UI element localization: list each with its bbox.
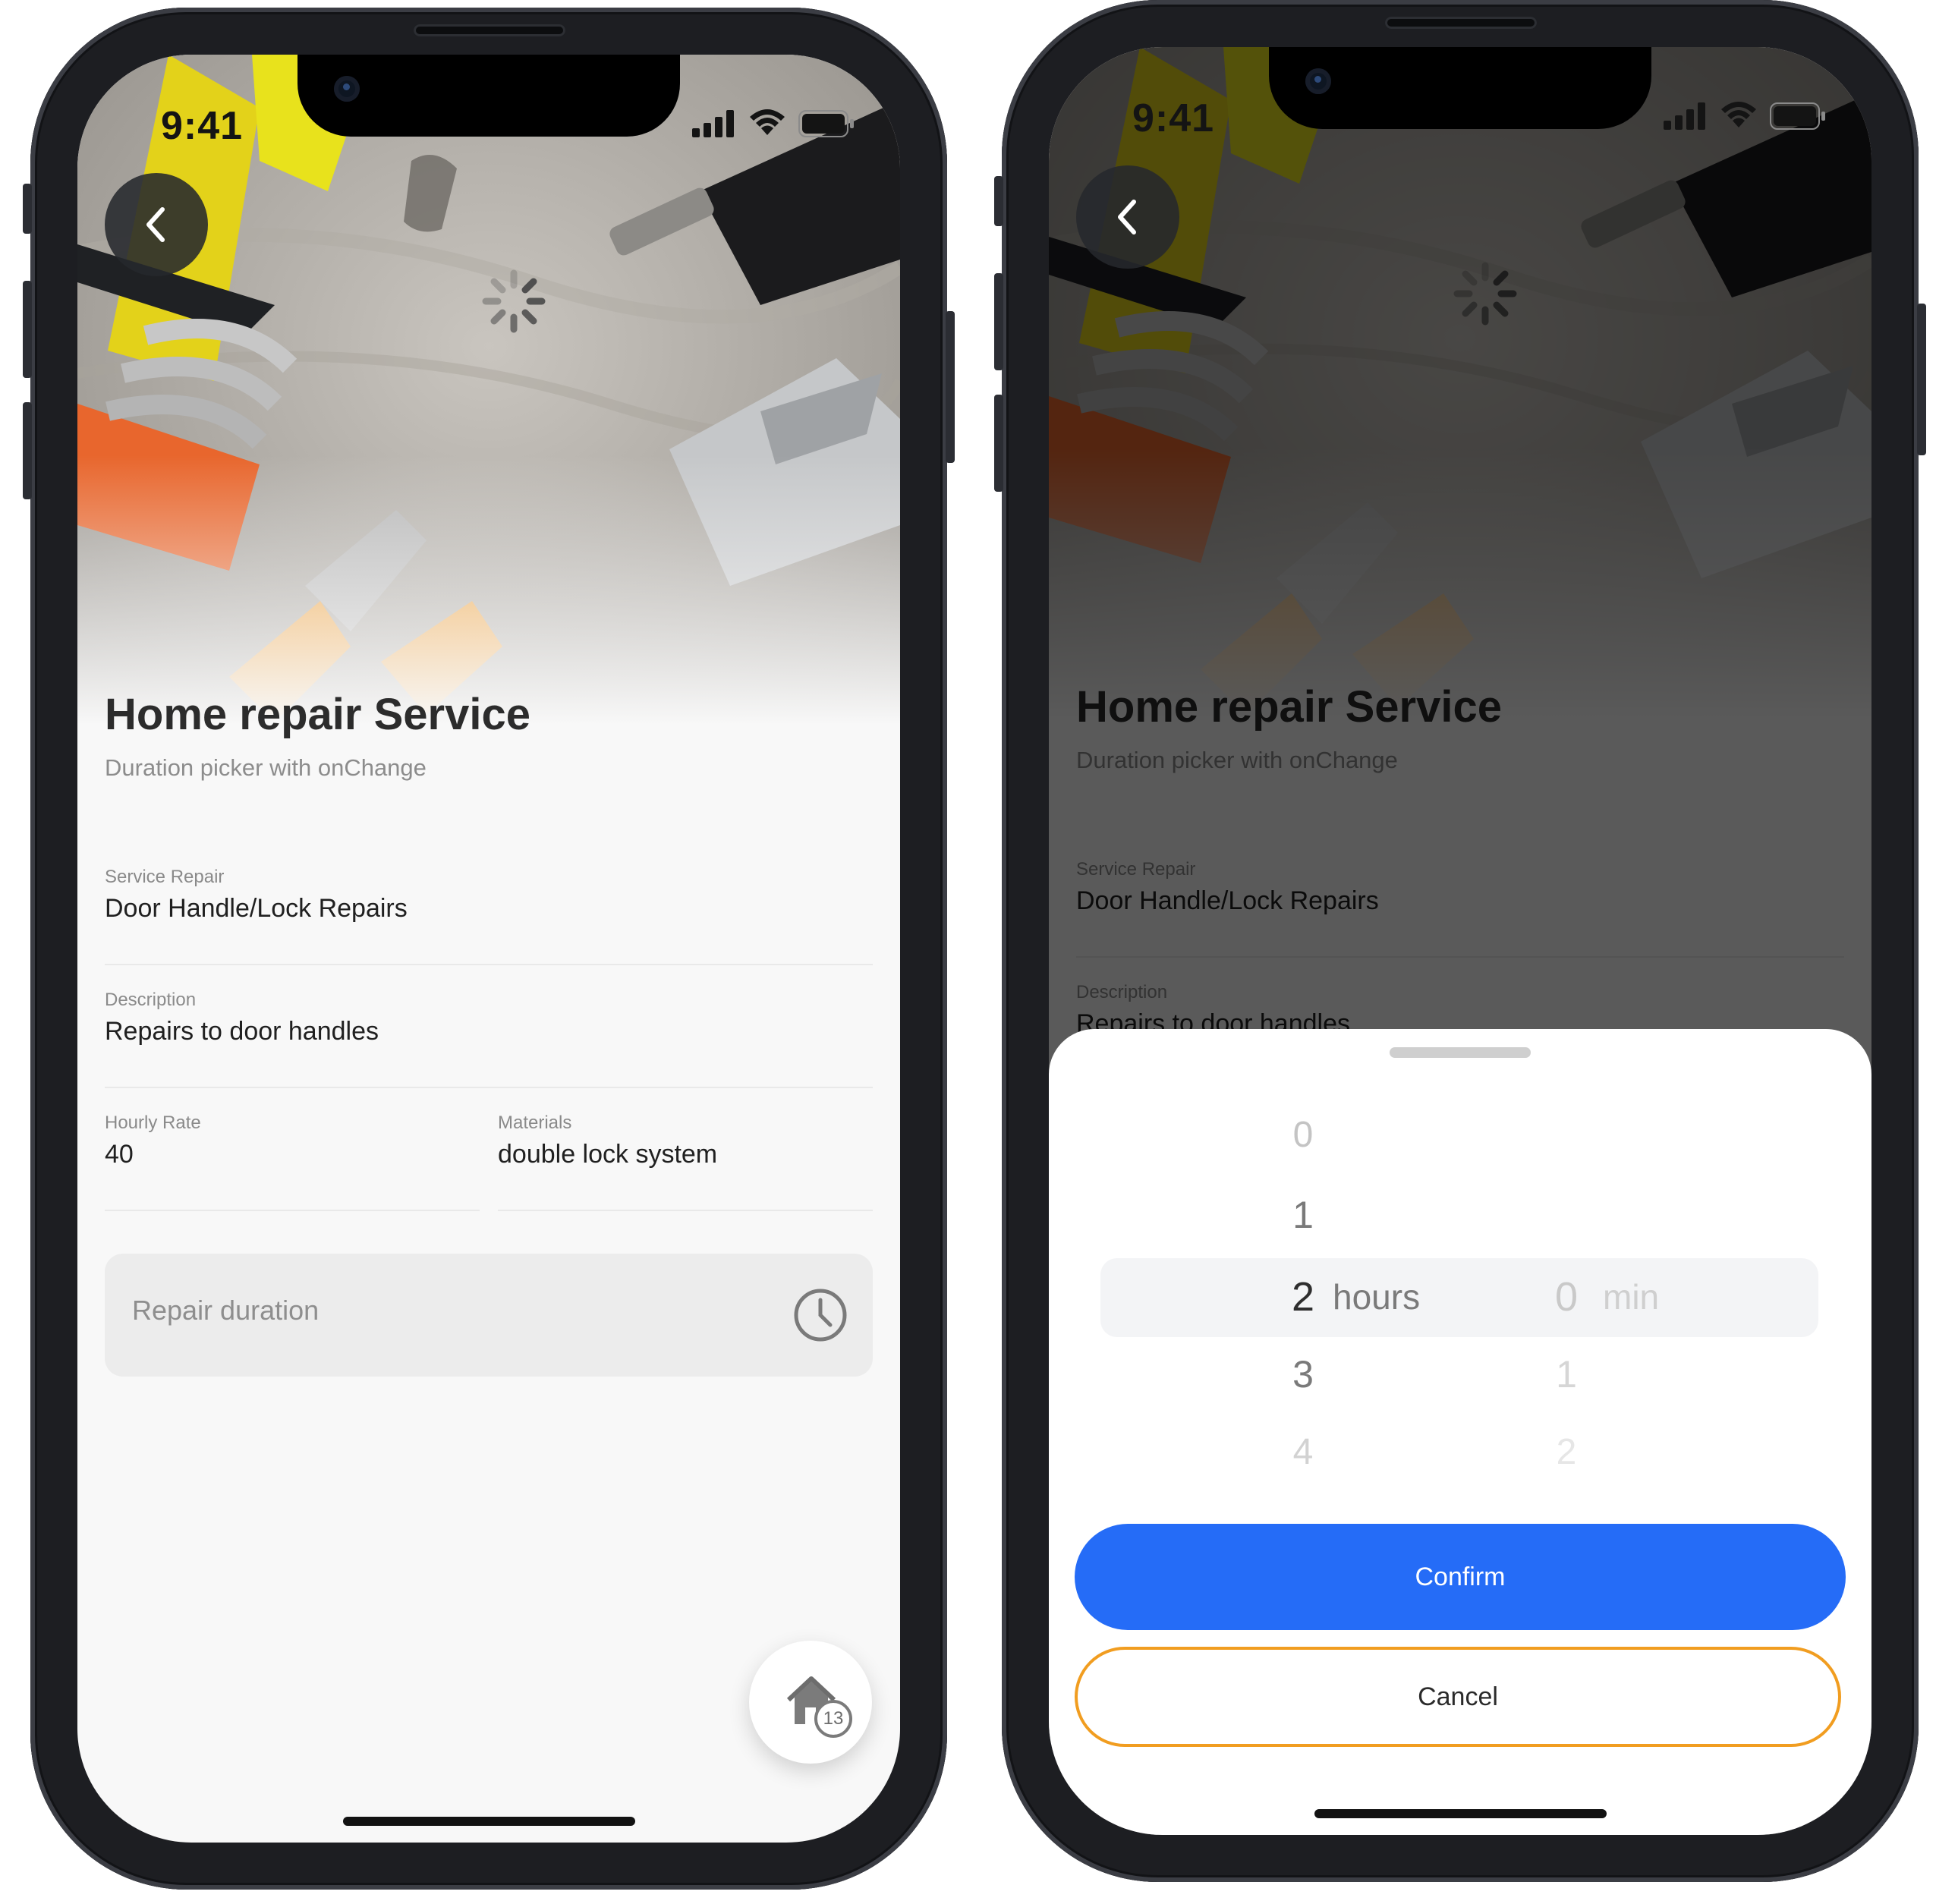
back-button[interactable]	[1076, 165, 1179, 269]
status-time: 9:41	[1132, 96, 1215, 140]
materials-field: Materials double lock system	[498, 1113, 873, 1211]
mute-switch	[23, 184, 32, 234]
chevron-left-icon	[1118, 200, 1136, 234]
description-label: Description	[105, 990, 197, 1010]
page-subtitle: Duration picker with onChange	[105, 754, 427, 781]
home-fab-button[interactable]: 13	[749, 1641, 872, 1764]
wifi-icon	[1721, 102, 1756, 127]
notch	[297, 55, 680, 137]
earpiece-speaker	[414, 24, 565, 36]
description-field: Description Repairs to door handles	[105, 990, 873, 1088]
status-time: 9:41	[161, 104, 244, 148]
picker-hour-selected[interactable]: 2	[1265, 1273, 1341, 1320]
battery-icon	[1770, 102, 1825, 130]
phone-frame-right: 9:41 0 1 2 3 4 hours 0 1 2 min Confirm C…	[994, 0, 1926, 1882]
service-repair-field: Service Repair Door Handle/Lock Repairs	[105, 867, 873, 965]
home-indicator	[1314, 1809, 1607, 1818]
notification-badge: 13	[814, 1700, 852, 1738]
screen-detail: 9:41 Home repair Service Duration picker…	[77, 55, 900, 1843]
service-repair-value: Door Handle/Lock Repairs	[105, 894, 408, 923]
picker-minute-option[interactable]: 1	[1528, 1352, 1604, 1396]
phone-frame-left: 9:41 Home repair Service Duration picker…	[23, 8, 955, 1890]
clock-icon[interactable]	[792, 1287, 848, 1343]
mute-switch	[994, 176, 1003, 226]
earpiece-speaker	[1385, 17, 1537, 29]
repair-duration-placeholder: Repair duration	[132, 1295, 320, 1326]
hourly-rate-label: Hourly Rate	[105, 1113, 201, 1133]
chevron-left-icon	[146, 207, 165, 242]
signal-icon	[1664, 102, 1705, 130]
description-value: Repairs to door handles	[105, 1017, 379, 1046]
front-camera	[1305, 68, 1331, 94]
home-indicator	[343, 1817, 635, 1826]
materials-label: Materials	[498, 1113, 572, 1133]
wifi-icon	[750, 109, 785, 135]
materials-value: double lock system	[498, 1140, 718, 1169]
hourly-rate-field: Hourly Rate 40	[105, 1113, 480, 1211]
volume-down-button	[994, 395, 1003, 492]
picker-hour-option[interactable]: 4	[1265, 1431, 1341, 1473]
volume-up-button	[23, 281, 32, 378]
hourly-rate-value: 40	[105, 1140, 134, 1169]
picker-minute-selected[interactable]: 0	[1528, 1273, 1604, 1320]
page-title: Home repair Service	[105, 690, 530, 739]
sheet-grabber[interactable]	[1390, 1047, 1531, 1058]
service-repair-label: Service Repair	[105, 867, 225, 887]
notch	[1269, 47, 1651, 129]
volume-up-button	[994, 273, 1003, 370]
picker-hour-option[interactable]: 0	[1265, 1114, 1341, 1156]
power-button	[1917, 304, 1926, 455]
picker-hour-option[interactable]: 1	[1265, 1193, 1341, 1237]
hours-unit-label: hours	[1333, 1277, 1421, 1317]
battery-icon	[798, 110, 854, 137]
picker-hour-option[interactable]: 3	[1265, 1352, 1341, 1396]
screen-duration-picker: 9:41 0 1 2 3 4 hours 0 1 2 min Confirm C…	[1049, 47, 1871, 1835]
minutes-unit-label: min	[1603, 1277, 1660, 1317]
cancel-button[interactable]: Cancel	[1075, 1647, 1841, 1747]
confirm-button[interactable]: Confirm	[1075, 1524, 1846, 1630]
duration-picker-sheet: 0 1 2 3 4 hours 0 1 2 min Confirm Cancel	[1049, 1029, 1871, 1835]
power-button	[946, 311, 955, 463]
front-camera	[334, 76, 360, 102]
back-button[interactable]	[105, 173, 208, 276]
picker-minute-option[interactable]: 2	[1528, 1431, 1604, 1473]
repair-duration-input[interactable]: Repair duration	[105, 1254, 873, 1377]
picker-selection-band	[1100, 1258, 1818, 1337]
volume-down-button	[23, 402, 32, 499]
loading-spinner-icon	[482, 269, 546, 333]
signal-icon	[692, 110, 734, 137]
